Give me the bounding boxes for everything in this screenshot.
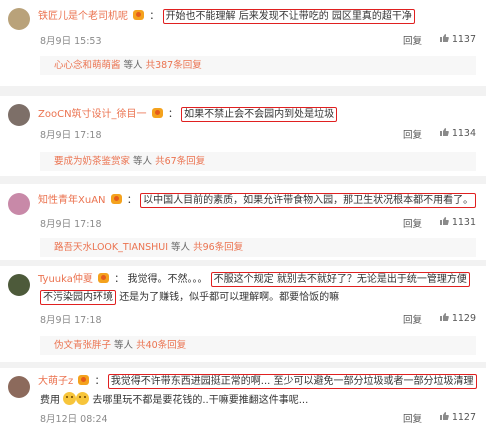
avatar[interactable] xyxy=(8,376,30,398)
like-icon xyxy=(439,34,449,42)
reply-count-link[interactable]: 共96条回复 xyxy=(193,242,243,253)
comment-text: 如果不禁止会不会园内到处是垃圾 xyxy=(181,107,338,122)
like-count: 1134 xyxy=(451,128,476,139)
comment-card-1: 铁匠儿是个老司机呢 ： 开始也不能理解 后来发现不让带吃的 园区里真的超干净 8… xyxy=(0,0,486,86)
comment-prefix: 我觉得。不然。。。 xyxy=(127,274,208,285)
comment-text: 以中国人目前的素质，如果允许带食物入园，那卫生状况根本都不用看了。 xyxy=(140,193,477,208)
reply-users[interactable]: 心心念和萌萌酱 xyxy=(54,60,121,71)
reply-users[interactable]: 要成为奶茶鉴赏家 xyxy=(54,156,130,167)
reply-summary[interactable]: 伪文青张胖子 等人 共40条回复 xyxy=(40,336,476,355)
comment-feed: 铁匠儿是个老司机呢 ： 开始也不能理解 后来发现不让带吃的 园区里真的超干净 8… xyxy=(0,0,486,439)
comment-card-4: Tyuuka仲夏 ： 我觉得。不然。。。 不服这个规定 就别去不就好了？无论是出… xyxy=(0,266,486,362)
comment-date: 8月12日 08:24 xyxy=(40,414,108,425)
comment-date: 8月9日 17:18 xyxy=(40,219,102,230)
comment-text-line2-rest: 去哪里玩不都是要花钱的..干嘛要推翻这件事呢... xyxy=(92,395,309,406)
reply-users[interactable]: 路吾天水LOOK_TIANSHUI xyxy=(54,242,168,253)
comment-date: 8月9日 15:53 xyxy=(40,36,102,47)
reply-button[interactable]: 回复 xyxy=(403,33,422,47)
reply-summary[interactable]: 路吾天水LOOK_TIANSHUI 等人 共96条回复 xyxy=(40,238,476,257)
like-count: 1131 xyxy=(451,217,476,228)
username[interactable]: 铁匠儿是个老司机呢 xyxy=(38,11,128,22)
reply-users[interactable]: 伪文青张胖子 xyxy=(54,340,111,351)
vip-badge-icon xyxy=(151,108,163,118)
reply-count-link[interactable]: 共67条回复 xyxy=(155,156,205,167)
comment-card-2: ZooCN筑寸设计_徐目一 ： 如果不禁止会不会园内到处是垃圾 8月9日 17:… xyxy=(0,96,486,176)
like-button[interactable]: 1131 xyxy=(439,216,476,228)
like-button[interactable]: 1137 xyxy=(439,33,476,45)
username[interactable]: Tyuuka仲夏 xyxy=(38,274,93,285)
vip-badge-icon xyxy=(78,375,90,385)
like-icon xyxy=(439,313,449,321)
like-count: 1127 xyxy=(451,412,476,423)
comment-text-line2: 费用 xyxy=(40,395,60,406)
like-button[interactable]: 1134 xyxy=(439,127,476,139)
vip-badge-icon xyxy=(133,10,145,20)
reply-summary[interactable]: 要成为奶茶鉴赏家 等人 共67条回复 xyxy=(40,152,476,171)
avatar[interactable] xyxy=(8,274,30,296)
reply-button[interactable]: 回复 xyxy=(403,312,422,326)
comment-card-5: 大萌子z ： 我觉得不许带东西进园挺正常的啊... 至少可以避免一部分垃圾或者一… xyxy=(0,368,486,439)
emoji-icon xyxy=(63,392,77,405)
comment-date: 8月9日 17:18 xyxy=(40,130,102,141)
avatar[interactable] xyxy=(8,104,30,126)
reply-summary[interactable]: 心心念和萌萌酱 等人 共387条回复 xyxy=(40,56,476,75)
username[interactable]: 大萌子z xyxy=(38,376,73,387)
comment-suffix: 还是为了赚钱，似乎都可以理解啊。都要恰饭的嘛 xyxy=(119,292,340,303)
like-count: 1137 xyxy=(451,34,476,45)
reply-count-link[interactable]: 共387条回复 xyxy=(146,60,202,71)
vip-badge-icon xyxy=(110,194,122,204)
like-icon xyxy=(439,217,449,225)
like-count: 1129 xyxy=(451,313,476,324)
like-button[interactable]: 1127 xyxy=(439,411,476,423)
comment-text: 开始也不能理解 后来发现不让带吃的 园区里真的超干净 xyxy=(162,9,415,24)
comment-text-highlight-2: 不污染园内环境 xyxy=(40,290,116,305)
avatar[interactable] xyxy=(8,8,30,30)
like-icon xyxy=(439,128,449,136)
reply-button[interactable]: 回复 xyxy=(403,411,422,425)
avatar[interactable] xyxy=(8,193,30,215)
reply-button[interactable]: 回复 xyxy=(403,127,422,141)
username[interactable]: 知性青年XuAN xyxy=(38,195,106,206)
reply-count-link[interactable]: 共40条回复 xyxy=(136,340,186,351)
comment-text: 我觉得不许带东西进园挺正常的啊... 至少可以避免一部分垃圾或者一部分垃圾清理 xyxy=(107,374,477,389)
username[interactable]: ZooCN筑寸设计_徐目一 xyxy=(38,109,147,120)
vip-badge-icon xyxy=(98,273,110,283)
like-button[interactable]: 1129 xyxy=(439,312,476,324)
reply-button[interactable]: 回复 xyxy=(403,216,422,230)
like-icon xyxy=(439,412,449,420)
comment-date: 8月9日 17:18 xyxy=(40,315,102,326)
comment-text-highlight-1: 不服这个规定 就别去不就好了？无论是出于统一管理方便 xyxy=(210,272,470,287)
emoji-icon xyxy=(76,392,90,405)
comment-card-3: 知性青年XuAN ： 以中国人目前的素质，如果允许带食物入园，那卫生状况根本都不… xyxy=(0,184,486,260)
